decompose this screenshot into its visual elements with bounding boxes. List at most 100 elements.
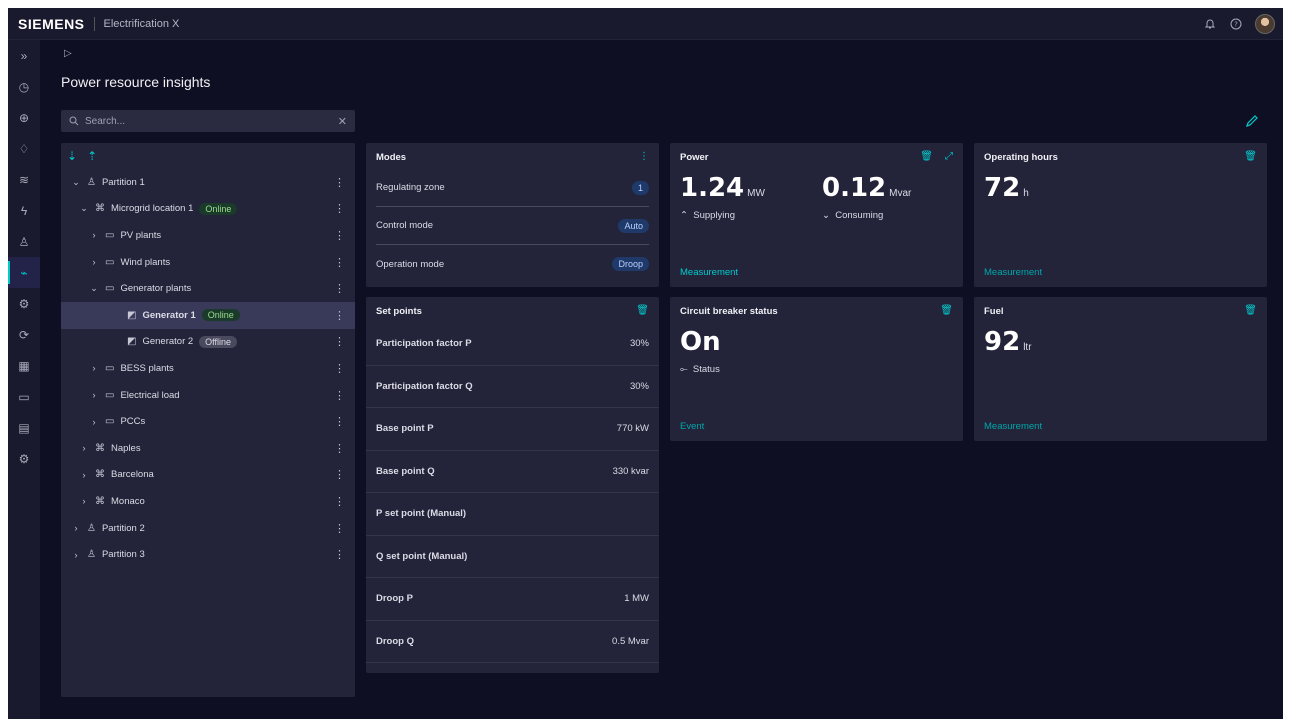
tree-row[interactable]: › ▭ Wind plants ⋮ [61, 249, 355, 276]
measurement-link[interactable]: Measurement [984, 421, 1042, 432]
tree-row[interactable]: › ▭ Electrical load ⋮ [61, 382, 355, 409]
more-icon[interactable]: ⋮ [334, 202, 345, 215]
setpoint-value: 30% [629, 380, 649, 392]
rail-calendar-icon[interactable]: ▦ [8, 350, 40, 381]
breadcrumb-toggle[interactable]: ▷ [64, 48, 72, 59]
value-text: 72 [984, 173, 1021, 203]
measurement-link[interactable]: Measurement [680, 267, 738, 278]
chevron-right-icon[interactable]: › [79, 443, 89, 453]
tree-row[interactable]: ◩ Generator 2 Offline ⋮ [61, 329, 355, 356]
tree-row[interactable]: ⌄ ▭ Generator plants ⋮ [61, 275, 355, 302]
delete-icon[interactable]: 🗑 [1244, 151, 1257, 162]
more-icon[interactable]: ⋮ [334, 548, 345, 561]
generator-icon: ◩ [127, 309, 137, 321]
rail-bolt-icon[interactable]: ϟ [8, 195, 40, 226]
tree-row[interactable]: › ▭ PV plants ⋮ [61, 222, 355, 249]
more-icon[interactable]: ⋮ [334, 495, 345, 508]
tree-row[interactable]: › ⌘ Barcelona ⋮ [61, 462, 355, 489]
more-icon[interactable]: ⋮ [334, 468, 345, 481]
rail-clock-icon[interactable]: ◷ [8, 71, 40, 102]
more-icon[interactable]: ⋮ [334, 442, 345, 455]
rail-refresh-icon[interactable]: ⟳ [8, 319, 40, 350]
gear-icon: ⚙ [18, 451, 30, 466]
tree-row[interactable]: › ⌘ Naples ⋮ [61, 435, 355, 462]
mode-row: Regulating zone 1 [376, 169, 649, 207]
rail-settings-cog-icon[interactable]: ⚙ [8, 288, 40, 319]
stack-icon: ≋ [18, 172, 30, 187]
folder-icon: ▭ [105, 416, 115, 428]
event-link[interactable]: Event [680, 421, 704, 432]
rail-report-icon[interactable]: ▤ [8, 412, 40, 443]
help-icon[interactable]: ? [1229, 17, 1243, 31]
chevron-right-icon[interactable]: › [79, 470, 89, 480]
consuming-status: ⌄ Consuming [822, 210, 883, 221]
more-icon[interactable]: ⋮ [639, 151, 649, 162]
setpoint-row: Droop Q 0.5 Mvar [366, 621, 659, 663]
tree-row[interactable]: › ▭ BESS plants ⋮ [61, 355, 355, 382]
setpoints-title: Set points [376, 306, 422, 317]
more-icon[interactable]: ⋮ [334, 282, 345, 295]
chevron-right-icon[interactable]: › [89, 257, 99, 267]
rail-bell-icon[interactable]: ♢ [8, 133, 40, 164]
report-icon: ▤ [18, 420, 30, 435]
more-icon[interactable]: ⋮ [334, 335, 345, 348]
tree-row[interactable]: ◩ Generator 1 Online ⋮ [61, 301, 355, 329]
tree-row[interactable]: ⌄ ⌘ Microgrid location 1 Online ⋮ [61, 196, 355, 223]
tree-row[interactable]: › ♙ Partition 3 ⋮ [61, 541, 355, 568]
setpoint-row: Base point P 770 kW [366, 408, 659, 451]
search-input[interactable] [85, 115, 338, 127]
unit-text: MW [747, 188, 765, 199]
more-icon[interactable]: ⋮ [334, 415, 345, 428]
tree-row[interactable]: › ▭ PCCs ⋮ [61, 408, 355, 435]
chevron-right-icon[interactable]: › [89, 390, 99, 400]
delete-icon[interactable]: 🗑 [940, 305, 953, 316]
more-icon[interactable]: ⋮ [334, 309, 345, 322]
expand-icon[interactable]: ⤢ [945, 151, 953, 162]
rail-globe-icon[interactable]: ⊕ [8, 102, 40, 133]
clear-search-icon[interactable]: ✕ [338, 115, 347, 128]
chevron-right-icon[interactable]: › [89, 417, 99, 427]
chevron-down-icon[interactable]: ⌄ [71, 177, 81, 188]
measurement-link[interactable]: Measurement [984, 267, 1042, 278]
rail-expand-icon[interactable]: » [8, 40, 40, 71]
chevron-right-icon[interactable]: › [89, 230, 99, 240]
delete-icon[interactable]: 🗑 [920, 151, 933, 162]
rail-gear-icon[interactable]: ⚙ [8, 443, 40, 474]
edit-dashboard-button[interactable] [1242, 111, 1262, 131]
tree-toolbar: ⇣ ⇡ [61, 143, 355, 169]
chevron-right-icon[interactable]: › [89, 363, 99, 373]
brand-logo: SIEMENS [18, 15, 85, 32]
chevron-right-icon[interactable]: › [79, 496, 89, 506]
more-icon[interactable]: ⋮ [334, 389, 345, 402]
more-icon[interactable]: ⋮ [334, 522, 345, 535]
rail-chart-icon[interactable]: ⌁ [8, 257, 40, 288]
person-icon: ♙ [18, 234, 30, 249]
rail-document-icon[interactable]: ▭ [8, 381, 40, 412]
expand-icon: » [20, 48, 28, 63]
tree-row[interactable]: › ♙ Partition 2 ⋮ [61, 515, 355, 542]
setpoint-label: Base point P [376, 423, 434, 435]
setpoint-row: Q set point (Manual) [366, 536, 659, 578]
delete-icon[interactable]: 🗑 [636, 305, 649, 316]
chevron-down-icon[interactable]: ⌄ [79, 203, 89, 214]
tree-row[interactable]: › ⌘ Monaco ⋮ [61, 488, 355, 515]
chevron-right-icon[interactable]: › [71, 523, 81, 533]
modes-title: Modes [376, 152, 407, 163]
delete-icon[interactable]: 🗑 [1244, 305, 1257, 316]
more-icon[interactable]: ⋮ [334, 362, 345, 375]
rail-stack-icon[interactable]: ≋ [8, 164, 40, 195]
bell-icon[interactable] [1203, 17, 1217, 31]
more-icon[interactable]: ⋮ [334, 176, 345, 189]
more-icon[interactable]: ⋮ [334, 229, 345, 242]
unit-text: ltr [1023, 342, 1032, 353]
sort-descending-icon[interactable]: ⇣ [67, 149, 77, 163]
chevron-right-icon[interactable]: › [71, 550, 81, 560]
sort-ascending-icon[interactable]: ⇡ [87, 149, 97, 163]
rail-person-icon[interactable]: ♙ [8, 226, 40, 257]
user-avatar[interactable] [1255, 13, 1275, 34]
more-icon[interactable]: ⋮ [334, 256, 345, 269]
settings-cog-icon: ⚙ [18, 296, 30, 311]
tree-row-label: Microgrid location 1 [111, 203, 194, 215]
chevron-down-icon[interactable]: ⌄ [89, 283, 99, 294]
tree-row[interactable]: ⌄ ♙ Partition 1 ⋮ [61, 169, 355, 196]
